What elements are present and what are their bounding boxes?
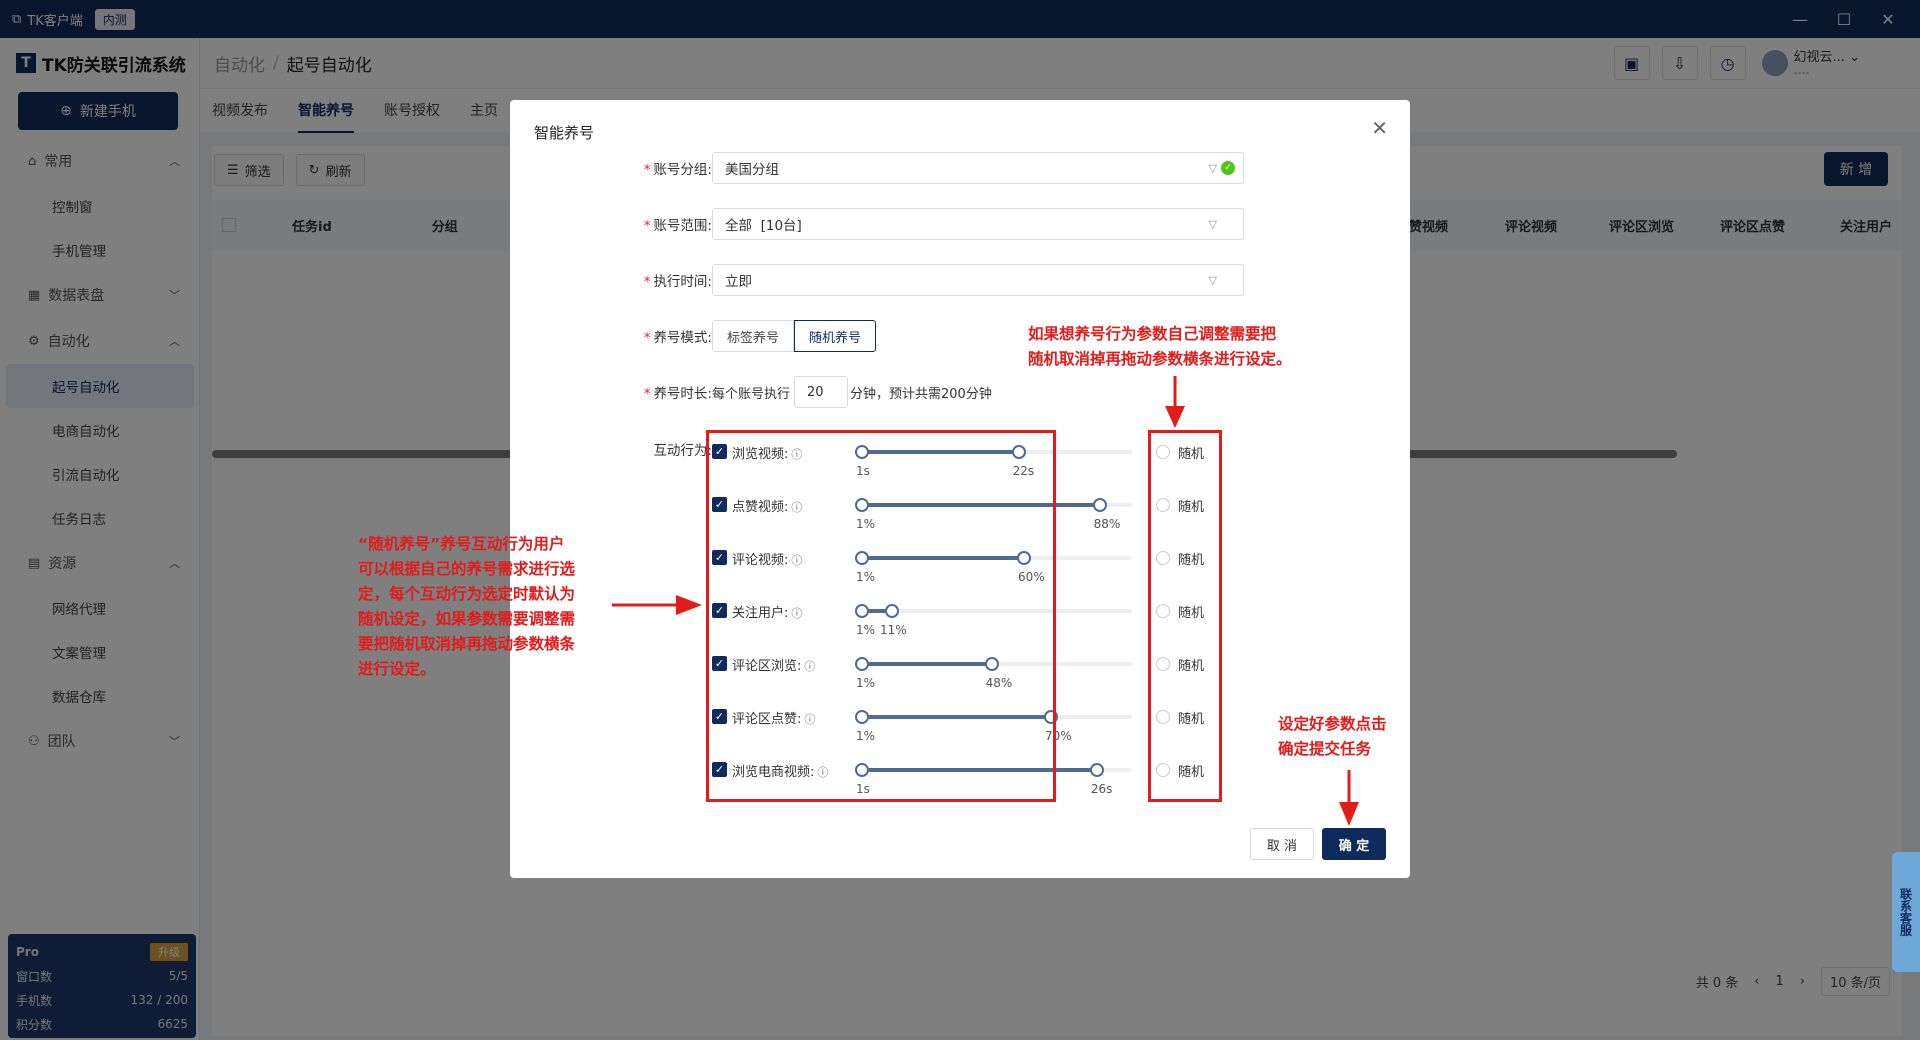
mode-field-label: * 养号模式: (643, 330, 712, 346)
chevron-down-icon: ▽ (1208, 273, 1217, 287)
cancel-button[interactable]: 取 消 (1250, 828, 1314, 860)
dialog-title: 智能养号 (534, 124, 595, 142)
duration-input[interactable]: 20 (794, 376, 849, 408)
exec-time-value: 立即 (725, 274, 752, 290)
mode-random-button[interactable]: 随机养号 (794, 320, 877, 352)
group-field-label: * 账号分组: (643, 162, 712, 178)
close-icon[interactable]: ✕ (1371, 116, 1388, 140)
duration-suffix: 分钟，预计共需200分钟 (850, 386, 992, 402)
duration-row: 每个账号执行 20 分钟，预计共需200分钟 (712, 376, 992, 408)
slider-max-handle[interactable] (1089, 763, 1104, 777)
annotation-left: “随机养号”养号互动行为用户 可以根据自己的养号需求进行选 定，每个互动行为选定… (358, 535, 576, 678)
arrow-down-annotation-2 (1339, 770, 1359, 826)
smart-nurture-dialog: 智能养号 ✕ * 账号分组: 美国分组 ▽ ✓ * 账号范围: 全部 [10台] ▽… (510, 100, 1410, 878)
duration-field-label: * 养号时长: (643, 386, 712, 402)
check-circle-icon: ✓ (1221, 161, 1235, 175)
slider-max-handle[interactable] (1092, 498, 1107, 512)
arrow-down-annotation-1 (1165, 376, 1185, 428)
exec-time-select[interactable]: 立即 ▽ (712, 264, 1244, 296)
annotation-box-sliders (706, 430, 1056, 802)
time-field-label: * 执行时间: (643, 274, 712, 290)
annotation-box-random (1148, 430, 1222, 802)
annotation-bottom-right: 设定好参数点击 确定提交任务 (1278, 715, 1387, 758)
slider-max-label: 26s (1090, 782, 1113, 796)
behavior-field-label: 互动行为: (653, 443, 712, 459)
nurture-mode-toggle: 标签养号 随机养号 (712, 320, 877, 352)
chevron-down-icon: ▽ (1208, 217, 1217, 231)
range-field-label: * 账号范围: (643, 218, 712, 234)
confirm-button[interactable]: 确 定 (1322, 828, 1386, 860)
account-group-value: 美国分组 (725, 162, 779, 178)
chevron-down-icon: ▽ (1208, 161, 1217, 175)
account-range-select[interactable]: 全部 [10台] ▽ (712, 208, 1244, 240)
mode-tag-button[interactable]: 标签养号 (712, 320, 795, 352)
arrow-right-annotation (612, 595, 702, 615)
account-range-value: 全部 [10台] (725, 218, 802, 234)
customer-service-tab[interactable]: 联系客服 (1892, 852, 1920, 972)
duration-prefix: 每个账号执行 (712, 386, 791, 402)
account-group-select[interactable]: 美国分组 ▽ ✓ (712, 152, 1244, 184)
slider-max-label: 88% (1093, 517, 1121, 531)
annotation-top-right: 如果想养号行为参数自己调整需要把 随机取消掉再拖动参数横条进行设定。 (1028, 325, 1292, 368)
